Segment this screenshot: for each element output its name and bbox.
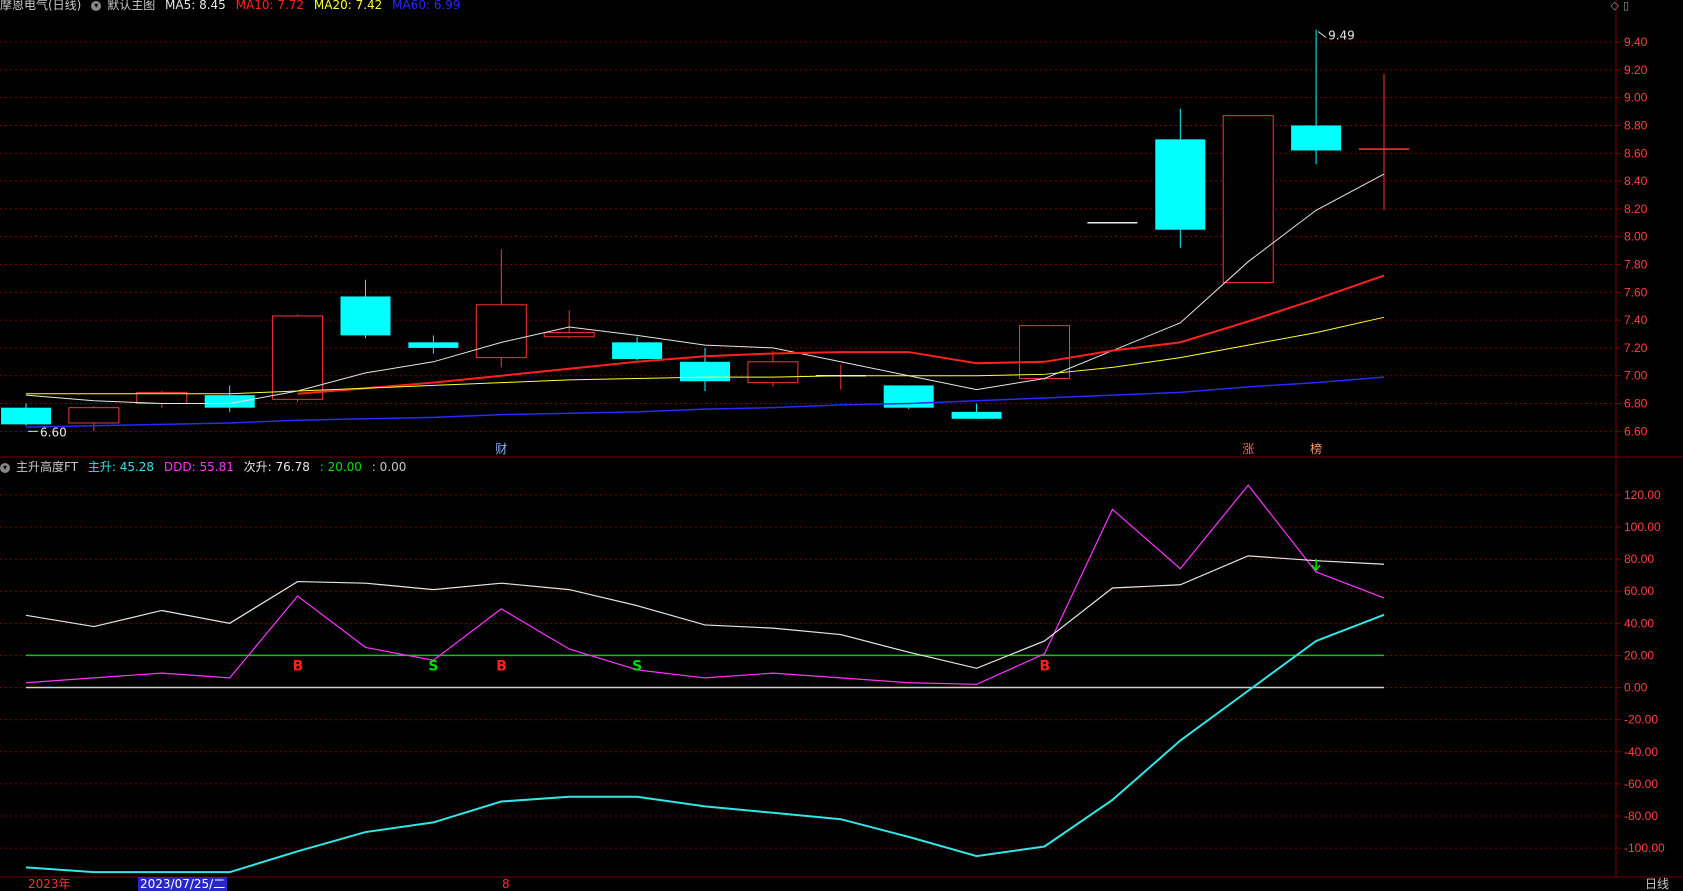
indicator-name[interactable]: 主升高度FT: [16, 460, 78, 474]
candle-body-down: [408, 342, 459, 348]
indicator-tick-label: 40.00: [1624, 616, 1654, 630]
candle-body-down: [340, 296, 391, 336]
candle: [543, 310, 595, 339]
indicator-line: [25, 613, 1385, 874]
window-icon[interactable]: ▯: [1623, 0, 1629, 12]
high-arrow-icon: [1317, 31, 1327, 38]
ma5-readout: MA5: 8.45: [165, 0, 226, 12]
candle: [475, 249, 527, 368]
candle: [1, 403, 51, 426]
candle: [204, 385, 255, 412]
candle: [612, 336, 663, 361]
main-chart-header: 摩恩电气(日线) ▾ 默认主图 MA5: 8.45 MA10: 7.72 MA20…: [0, 0, 467, 12]
price-tick-label: 9.40: [1624, 35, 1648, 49]
zhusheng-readout: 主升: 45.28: [87, 460, 155, 474]
candle: [408, 335, 459, 354]
candle: [747, 350, 799, 387]
period-label[interactable]: 日线: [1645, 877, 1669, 891]
indicator-tick-label: 120.00: [1624, 488, 1661, 502]
indicator-tick-label: 60.00: [1624, 584, 1654, 598]
signal-b: B: [496, 658, 507, 674]
price-tick-label: 9.20: [1624, 63, 1648, 77]
event-marker: 榜: [1310, 441, 1322, 456]
price-tick-label: 7.20: [1624, 341, 1648, 355]
chevron-down-icon[interactable]: ▾: [91, 0, 102, 11]
candle: [1155, 108, 1206, 248]
indicator-tick-label: -60.00: [1624, 777, 1658, 791]
line20-readout: : 20.00: [319, 460, 362, 474]
candle-body-up: [543, 332, 595, 338]
indicator-tick-label: -40.00: [1624, 745, 1658, 759]
candle-body-down: [1, 407, 51, 425]
candle: [883, 385, 934, 410]
candle-body-down: [204, 395, 255, 408]
indicator-tick-label: -100.00: [1624, 841, 1665, 855]
signal-s: S: [632, 658, 642, 674]
cursor-date-label: 2023/07/25/二: [138, 877, 228, 891]
high-price-label: 9.49: [1328, 29, 1355, 43]
low-price-label: 6.60: [40, 425, 67, 439]
candle-body-up: [1222, 115, 1274, 284]
candle-body-up: [475, 304, 527, 359]
candle-body-up: [1019, 325, 1070, 379]
candle: [68, 406, 120, 432]
candle: [272, 314, 324, 403]
candle: [1359, 74, 1409, 211]
candle-body-down: [951, 411, 1002, 419]
candle-body-up: [68, 407, 120, 424]
candle-body-down: [680, 361, 730, 382]
signal-b: B: [293, 658, 304, 674]
diamond-icon[interactable]: ◇: [1610, 0, 1618, 12]
indicator-line: [25, 555, 1385, 669]
indicator-tick-label: 20.00: [1624, 648, 1654, 662]
cisheng-readout: 次升: 76.78: [243, 460, 310, 474]
candle-body-up: [747, 361, 799, 384]
price-tick-label: 9.00: [1624, 91, 1648, 105]
price-tick-label: 6.60: [1624, 424, 1648, 438]
event-marker: 涨: [1242, 441, 1254, 456]
indicator-tick-label: -20.00: [1624, 713, 1658, 727]
candle: [951, 403, 1002, 419]
candle-body-down: [1291, 125, 1342, 151]
price-tick-label: 7.00: [1624, 369, 1648, 383]
candle: [680, 347, 730, 391]
month-label: 8: [502, 877, 510, 891]
ma10-readout: MA10: 7.72: [235, 0, 305, 12]
stock-name[interactable]: 摩恩电气(日线): [0, 0, 81, 12]
indicator-tick-label: 80.00: [1624, 552, 1654, 566]
price-tick-label: 6.80: [1624, 397, 1648, 411]
price-tick-label: 8.60: [1624, 146, 1648, 160]
indicator-tick-label: -80.00: [1624, 809, 1658, 823]
candle: [1222, 115, 1274, 284]
candle: [815, 364, 866, 390]
price-tick-label: 8.00: [1624, 230, 1648, 244]
chevron-down-icon[interactable]: ▾: [0, 462, 10, 473]
ddd-readout: DDD: 55.81: [163, 460, 234, 474]
year-label: 2023年: [28, 877, 71, 891]
candle-body-down: [1155, 139, 1206, 230]
candle-body-down: [612, 342, 663, 360]
line0-readout: : 0.00: [371, 460, 407, 474]
indicator-tick-label: 100.00: [1624, 520, 1661, 534]
price-tick-label: 8.40: [1624, 174, 1648, 188]
date-axis-bar: 2023年 2023/07/25/二 8 日线: [0, 877, 1683, 891]
price-tick-label: 7.40: [1624, 313, 1648, 327]
signal-b: B: [1040, 658, 1051, 674]
price-tick-label: 7.60: [1624, 285, 1648, 299]
chart-canvas[interactable]: 6.60 6.80 7.00 7.20 7.40 7.60 7.80 8.00 8.20 8.40…: [0, 0, 1683, 891]
price-tick-label: 8.80: [1624, 118, 1648, 132]
indicator-tick-label: 0.00: [1624, 681, 1648, 695]
signal-s: S: [428, 658, 438, 674]
ma20-readout: MA20: 7.42: [313, 0, 383, 12]
price-tick-label: 8.20: [1624, 202, 1648, 216]
candle: [340, 279, 391, 339]
ma60-readout: MA60: 6.99: [392, 0, 461, 12]
chart-corner-controls: ◇ ▯: [1606, 0, 1629, 12]
indicator-header: ▾ 主升高度FT 主升: 45.28 DDD: 55.81 次升: 76.78 :…: [0, 460, 412, 474]
price-tick-label: 7.80: [1624, 257, 1648, 271]
main-chart-label[interactable]: 默认主图: [107, 0, 155, 12]
candle: [1291, 29, 1342, 165]
event-marker: 财: [495, 442, 507, 456]
